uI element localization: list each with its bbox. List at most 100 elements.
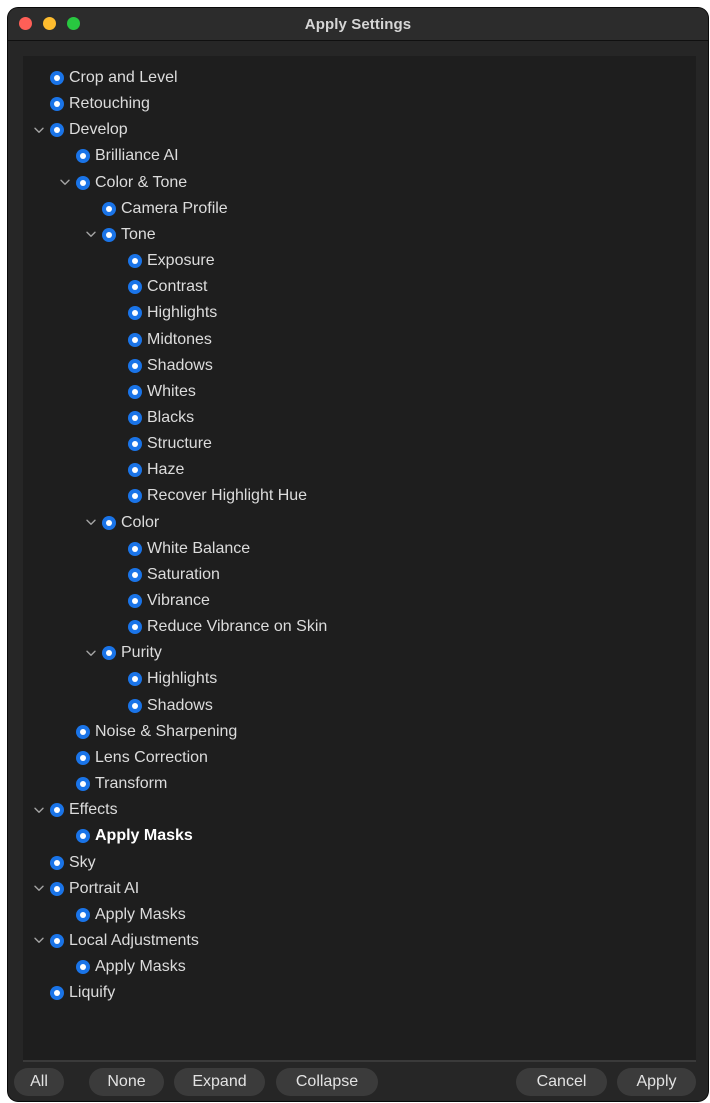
tree-item[interactable]: Purity bbox=[84, 640, 162, 666]
tree-item[interactable]: Whites bbox=[110, 379, 196, 405]
tree-item[interactable]: Effects bbox=[32, 797, 118, 823]
radio-selected-icon[interactable] bbox=[128, 620, 142, 635]
radio-selected-icon[interactable] bbox=[76, 149, 90, 164]
expand-button[interactable]: Expand bbox=[174, 1068, 265, 1096]
chevron-down-icon[interactable] bbox=[32, 876, 46, 902]
tree-item[interactable]: Structure bbox=[110, 431, 212, 457]
radio-selected-icon[interactable] bbox=[128, 410, 142, 425]
radio-selected-icon[interactable] bbox=[50, 986, 64, 1001]
radio-selected-icon[interactable] bbox=[76, 724, 90, 739]
radio-selected-icon[interactable] bbox=[128, 384, 142, 399]
tree-item[interactable]: Reduce Vibrance on Skin bbox=[110, 614, 327, 640]
tree-item[interactable]: Lens Correction bbox=[58, 745, 208, 771]
tree-item-label: Purity bbox=[121, 644, 162, 662]
radio-selected-icon[interactable] bbox=[50, 855, 64, 870]
radio-selected-icon[interactable] bbox=[128, 358, 142, 373]
radio-selected-icon[interactable] bbox=[76, 960, 90, 975]
radio-selected-icon[interactable] bbox=[128, 594, 142, 608]
tree-item-label: Vibrance bbox=[147, 592, 210, 609]
radio-selected-icon[interactable] bbox=[50, 881, 64, 896]
radio-selected-icon[interactable] bbox=[76, 750, 90, 765]
cancel-button[interactable]: Cancel bbox=[516, 1068, 607, 1096]
tree-item[interactable]: Haze bbox=[110, 457, 184, 483]
radio-selected-icon[interactable] bbox=[102, 515, 116, 530]
radio-selected-icon[interactable] bbox=[128, 280, 142, 295]
collapse-button[interactable]: Collapse bbox=[276, 1068, 378, 1096]
radio-selected-icon[interactable] bbox=[128, 437, 142, 452]
tree-item[interactable]: Transform bbox=[58, 771, 167, 797]
chevron-down-icon[interactable] bbox=[32, 117, 46, 143]
chevron-down-icon[interactable] bbox=[84, 510, 98, 536]
radio-selected-icon[interactable] bbox=[128, 332, 142, 347]
radio-selected-icon[interactable] bbox=[102, 646, 116, 661]
tree-item[interactable]: Brilliance AI bbox=[58, 143, 179, 169]
radio-selected-icon[interactable] bbox=[128, 567, 142, 582]
tree-item[interactable]: White Balance bbox=[110, 536, 250, 562]
tree-item[interactable]: Noise & Sharpening bbox=[58, 719, 237, 745]
radio-selected-icon[interactable] bbox=[50, 933, 64, 948]
tree-item[interactable]: Shadows bbox=[110, 693, 213, 719]
radio-selected-icon[interactable] bbox=[102, 227, 116, 242]
tree-item[interactable]: Blacks bbox=[110, 405, 194, 431]
tree-item[interactable]: Apply Masks bbox=[58, 954, 186, 980]
tree-item[interactable]: Develop bbox=[32, 117, 128, 143]
all-button[interactable]: All bbox=[14, 1068, 64, 1096]
none-button[interactable]: None bbox=[89, 1068, 164, 1096]
radio-selected-icon[interactable] bbox=[76, 777, 90, 792]
tree-item-label: Apply Masks bbox=[95, 905, 186, 923]
tree-item[interactable]: Camera Profile bbox=[84, 196, 228, 222]
radio-selected-icon[interactable] bbox=[128, 306, 142, 321]
tree-item[interactable]: Portrait AI bbox=[32, 876, 139, 902]
tree-item[interactable]: Crop and Level bbox=[32, 65, 178, 91]
tree-item[interactable]: Color & Tone bbox=[58, 170, 187, 196]
tree-item[interactable]: Shadows bbox=[110, 353, 213, 379]
chevron-down-icon[interactable] bbox=[58, 170, 72, 196]
tree-item[interactable]: Exposure bbox=[110, 248, 215, 274]
radio-selected-icon[interactable] bbox=[50, 803, 64, 818]
radio-selected-icon[interactable] bbox=[50, 97, 64, 112]
radio-selected-icon[interactable] bbox=[128, 541, 142, 556]
radio-selected-icon[interactable] bbox=[50, 71, 64, 85]
tree-item[interactable]: Contrast bbox=[110, 274, 207, 300]
window-title: Apply Settings bbox=[304, 16, 412, 33]
tree-item[interactable]: Apply Masks bbox=[58, 902, 186, 928]
tree-item[interactable]: Liquify bbox=[32, 980, 115, 1006]
tree-item[interactable]: Apply Masks bbox=[58, 823, 193, 849]
tree-item[interactable]: Tone bbox=[84, 222, 156, 248]
tree-item[interactable]: Highlights bbox=[110, 666, 217, 692]
tree-item-label: Exposure bbox=[147, 252, 215, 270]
radio-selected-icon[interactable] bbox=[128, 254, 142, 269]
tree-item[interactable]: Saturation bbox=[110, 562, 220, 588]
chevron-down-icon[interactable] bbox=[84, 640, 98, 666]
radio-selected-icon[interactable] bbox=[128, 698, 142, 713]
tree-item[interactable]: Sky bbox=[32, 850, 96, 876]
chevron-down-icon[interactable] bbox=[32, 797, 46, 823]
radio-selected-icon[interactable] bbox=[76, 175, 90, 190]
radio-selected-icon[interactable] bbox=[50, 123, 64, 138]
tree-item[interactable]: Vibrance bbox=[110, 588, 210, 614]
tree-item[interactable]: Midtones bbox=[110, 327, 212, 353]
tree-item[interactable]: Color bbox=[84, 510, 159, 536]
tree-item[interactable]: Recover Highlight Hue bbox=[110, 483, 307, 509]
tree-item[interactable]: Local Adjustments bbox=[32, 928, 199, 954]
tree-item[interactable]: Highlights bbox=[110, 300, 217, 326]
radio-selected-icon[interactable] bbox=[128, 672, 142, 687]
chevron-down-icon[interactable] bbox=[84, 222, 98, 248]
radio-selected-icon[interactable] bbox=[128, 489, 142, 504]
radio-selected-icon[interactable] bbox=[76, 907, 90, 922]
radio-selected-icon[interactable] bbox=[76, 829, 90, 844]
chevron-down-icon[interactable] bbox=[32, 928, 46, 954]
radio-selected-icon[interactable] bbox=[128, 463, 142, 478]
tree-item-label: Reduce Vibrance on Skin bbox=[147, 618, 328, 636]
tree-item-label: Contrast bbox=[147, 278, 208, 296]
tree-item[interactable]: Retouching bbox=[32, 91, 150, 117]
radio-selected-icon[interactable] bbox=[102, 201, 116, 216]
apply-button[interactable]: Apply bbox=[617, 1068, 696, 1096]
